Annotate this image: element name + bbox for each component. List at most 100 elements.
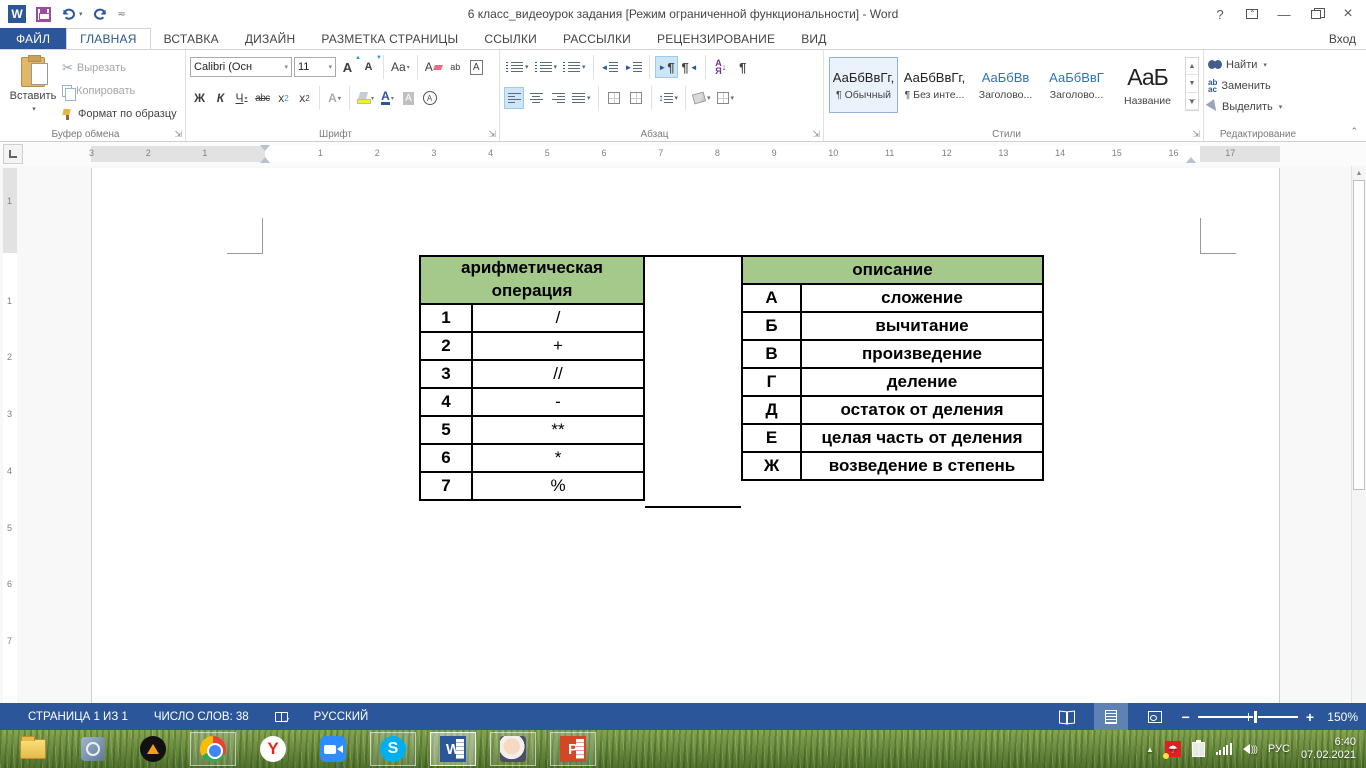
- font-size-combo[interactable]: 11 ▾: [294, 57, 336, 77]
- volume-icon[interactable]: ))): [1242, 744, 1258, 754]
- styles-dialog-launcher[interactable]: ⇲: [1192, 130, 1200, 139]
- enclose-characters-button[interactable]: А: [420, 88, 439, 109]
- replace-button[interactable]: ab ac Заменить: [1208, 77, 1308, 94]
- format-painter-button[interactable]: Формат по образцу: [62, 104, 177, 124]
- descriptions-table[interactable]: описание Асложение Бвычитание Впроизведение…: [741, 255, 1044, 481]
- italic-button[interactable]: К: [211, 88, 230, 109]
- distribute-button[interactable]: [604, 87, 624, 109]
- read-mode-button[interactable]: [1050, 703, 1084, 730]
- style-card-4[interactable]: АаБбВвГ Заголово...: [1042, 57, 1111, 113]
- taskbar-chrome-icon[interactable]: [190, 732, 236, 766]
- highlight-color-button[interactable]: ▾: [355, 88, 376, 109]
- multilevel-list-button[interactable]: ▾: [561, 56, 588, 78]
- show-marks-button[interactable]: ¶: [733, 56, 753, 78]
- zoom-in-button[interactable]: +: [1306, 709, 1314, 725]
- styles-scroll-down-button[interactable]: ▼: [1186, 75, 1198, 93]
- bullets-button[interactable]: ▾: [504, 56, 531, 78]
- justify-button[interactable]: ▾: [570, 87, 593, 109]
- style-card-3[interactable]: АаБбВв Заголово...: [971, 57, 1040, 113]
- numbering-button[interactable]: ▾: [533, 56, 560, 78]
- zoom-slider-thumb[interactable]: [1252, 709, 1258, 724]
- avira-tray-icon[interactable]: ☂: [1162, 741, 1181, 759]
- taskbar-zoom-app-icon[interactable]: [310, 732, 356, 766]
- tab-рассылки[interactable]: РАССЫЛКИ: [550, 28, 644, 49]
- taskbar-aimp-icon[interactable]: [130, 732, 176, 766]
- restore-button[interactable]: [1302, 3, 1330, 25]
- paste-button[interactable]: Вставить ▾: [4, 55, 62, 125]
- shading-button[interactable]: ▾: [691, 87, 713, 109]
- increase-indent-button[interactable]: ►: [622, 56, 644, 78]
- first-line-indent-marker[interactable]: [260, 145, 270, 151]
- document-page[interactable]: арифметическая операция 1/2 +3//4-5 ** 6 * 7% о…: [91, 168, 1280, 703]
- word-app-icon[interactable]: W: [8, 5, 26, 23]
- undo-caret-icon[interactable]: ▾: [79, 10, 83, 18]
- hanging-indent-marker[interactable]: [260, 157, 270, 163]
- save-button[interactable]: [36, 6, 51, 22]
- tab-рецензирование[interactable]: РЕЦЕНЗИРОВАНИЕ: [644, 28, 788, 49]
- tab-selector-button[interactable]: [3, 144, 23, 164]
- character-border-button[interactable]: А: [467, 57, 486, 78]
- proofing-status-button[interactable]: [274, 711, 291, 725]
- grow-font-button[interactable]: A ▲: [338, 55, 361, 78]
- vertical-ruler[interactable]: 1 1 2 3 4 5 6 7: [3, 168, 17, 703]
- distribute-right-button[interactable]: [626, 87, 646, 109]
- zoom-level[interactable]: 150%: [1324, 710, 1358, 724]
- undo-button[interactable]: ▾: [61, 8, 83, 21]
- right-indent-marker[interactable]: [1186, 157, 1196, 163]
- horizontal-ruler[interactable]: 3 2 1 1 2 3 4 5 6 7 8 9 10 11 12 13 14 15 16 17: [89, 145, 1280, 163]
- taskbar-yandex-icon[interactable]: Y: [250, 732, 296, 766]
- document-table[interactable]: арифметическая операция 1/2 +3//4-5 ** 6 * 7% о…: [419, 255, 1044, 508]
- bold-button[interactable]: Ж: [190, 88, 209, 109]
- align-right-button[interactable]: [548, 87, 568, 109]
- sort-button[interactable]: А Я ↓: [711, 56, 731, 78]
- style-card-2[interactable]: АаБбВвГг, ¶ Без инте...: [900, 57, 969, 113]
- tab-вставка[interactable]: ВСТАВКА: [151, 28, 232, 49]
- subscript-button[interactable]: x2: [274, 88, 293, 109]
- zoom-slider[interactable]: [1197, 709, 1298, 724]
- align-left-button[interactable]: [504, 87, 524, 109]
- cut-button[interactable]: ✂ Вырезать: [62, 58, 177, 78]
- find-button[interactable]: Найти ▾: [1208, 56, 1308, 73]
- character-shading-button[interactable]: A: [399, 88, 418, 109]
- copy-button[interactable]: Копировать: [62, 81, 177, 101]
- phonetic-guide-button[interactable]: ab: [446, 57, 465, 78]
- web-layout-button[interactable]: [1138, 703, 1172, 730]
- print-layout-button[interactable]: [1093, 703, 1128, 730]
- taskbar-skype-icon[interactable]: S: [370, 732, 416, 766]
- ltr-direction-button[interactable]: ► ¶: [655, 56, 678, 78]
- borders-button[interactable]: ▾: [715, 87, 737, 109]
- scrollbar-thumb[interactable]: [1353, 180, 1365, 490]
- strikethrough-button[interactable]: abc: [253, 88, 272, 109]
- operations-table[interactable]: арифметическая операция 1/2 +3//4-5 ** 6 * 7%: [419, 255, 645, 501]
- font-name-combo[interactable]: Calibri (Осн ▾: [190, 57, 292, 77]
- ribbon-display-options-button[interactable]: [1238, 3, 1266, 25]
- tab-файл[interactable]: ФАЙЛ: [0, 28, 67, 49]
- language-indicator[interactable]: РУССКИЙ: [314, 711, 369, 723]
- tab-ссылки[interactable]: ССЫЛКИ: [471, 28, 550, 49]
- styles-more-button[interactable]: — ▼: [1186, 93, 1198, 110]
- tab-вид[interactable]: ВИД: [788, 28, 839, 49]
- line-spacing-button[interactable]: ↕ ▾: [657, 87, 681, 109]
- align-center-button[interactable]: [526, 87, 546, 109]
- sign-in-link[interactable]: Вход: [1329, 28, 1356, 49]
- text-effects-button[interactable]: А ▾: [325, 88, 344, 109]
- taskbar-kmplayer-icon[interactable]: [70, 732, 116, 766]
- font-dialog-launcher[interactable]: ⇲: [488, 130, 496, 139]
- help-button[interactable]: ?: [1206, 3, 1234, 25]
- superscript-button[interactable]: x2: [295, 88, 314, 109]
- tray-expand-icon[interactable]: ▲: [1146, 745, 1154, 754]
- word-count[interactable]: ЧИСЛО СЛОВ: 38: [154, 711, 249, 723]
- shrink-font-button[interactable]: A ▼: [359, 55, 382, 78]
- tab-главная[interactable]: ГЛАВНАЯ: [66, 28, 151, 49]
- vertical-scrollbar[interactable]: ▲: [1351, 166, 1366, 703]
- collapse-ribbon-button[interactable]: ⌃: [1350, 126, 1358, 137]
- minimize-button[interactable]: —: [1270, 3, 1298, 25]
- change-case-button[interactable]: Aa ▾: [389, 57, 412, 78]
- underline-button[interactable]: Ч ▾: [232, 88, 251, 109]
- tab-разметка-страницы[interactable]: РАЗМЕТКА СТРАНИЦЫ: [308, 28, 471, 49]
- qat-customize-button[interactable]: ≂: [118, 9, 126, 20]
- taskbar-word-icon[interactable]: W: [430, 732, 476, 766]
- styles-scroll-up-button[interactable]: ▲: [1186, 58, 1198, 76]
- select-button[interactable]: Выделить ▾: [1205, 98, 1308, 115]
- battery-icon[interactable]: [1191, 739, 1205, 757]
